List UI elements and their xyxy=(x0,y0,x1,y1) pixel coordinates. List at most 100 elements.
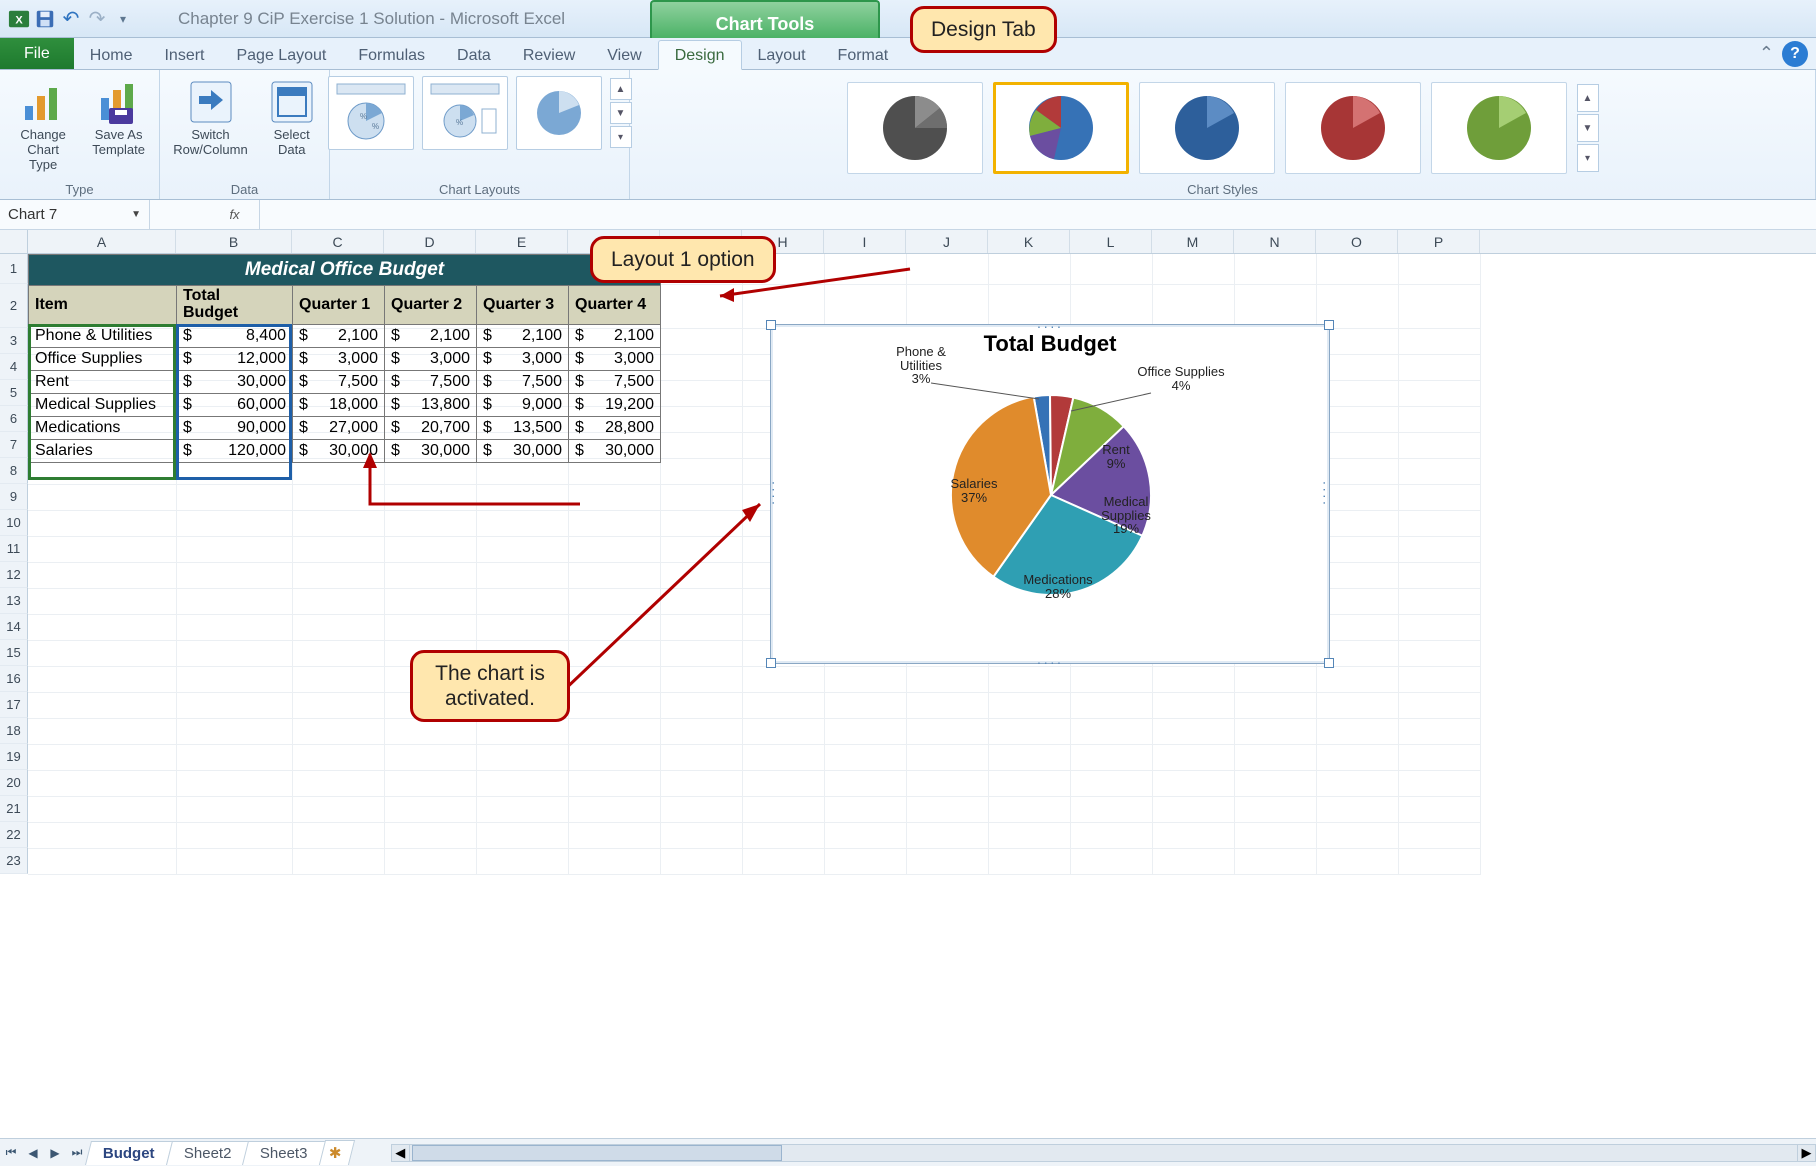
col-head-E[interactable]: E xyxy=(476,230,568,253)
chart-handle-se[interactable] xyxy=(1324,658,1334,668)
name-box-dropdown-icon[interactable]: ▼ xyxy=(131,209,141,220)
col-head-D[interactable]: D xyxy=(384,230,476,253)
cell-q4[interactable]: $28,800 xyxy=(569,416,661,439)
file-tab[interactable]: File xyxy=(0,38,74,69)
row-head-5[interactable]: 5 xyxy=(0,380,28,406)
row-head-18[interactable]: 18 xyxy=(0,718,28,744)
cell-total[interactable]: $120,000 xyxy=(177,439,293,462)
fx-icon[interactable]: fx xyxy=(210,200,260,229)
cell-q4[interactable]: $2,100 xyxy=(569,324,661,347)
hscroll-right-icon[interactable]: ▶ xyxy=(1797,1145,1815,1161)
view-tab[interactable]: View xyxy=(591,41,657,69)
cell-q1[interactable]: $2,100 xyxy=(293,324,385,347)
col-head-K[interactable]: K xyxy=(988,230,1070,253)
cell-q3[interactable]: $7,500 xyxy=(477,370,569,393)
row-head-2[interactable]: 2 xyxy=(0,284,28,328)
chart-layouts-more[interactable]: ▲▼▾ xyxy=(610,78,632,148)
col-head-O[interactable]: O xyxy=(1316,230,1398,253)
col-head-M[interactable]: M xyxy=(1152,230,1234,253)
chart-style-5[interactable] xyxy=(1431,82,1567,174)
cell-q4[interactable]: $30,000 xyxy=(569,439,661,462)
row-head-9[interactable]: 9 xyxy=(0,484,28,510)
cell-q4[interactable]: $7,500 xyxy=(569,370,661,393)
select-data-button[interactable]: Select Data xyxy=(264,76,320,160)
cell-q1[interactable]: $30,000 xyxy=(293,439,385,462)
cell-q2[interactable]: $20,700 xyxy=(385,416,477,439)
select-all-corner[interactable] xyxy=(0,230,28,253)
row-head-21[interactable]: 21 xyxy=(0,796,28,822)
cell-q4[interactable]: $19,200 xyxy=(569,393,661,416)
row-head-4[interactable]: 4 xyxy=(0,354,28,380)
row-head-12[interactable]: 12 xyxy=(0,562,28,588)
home-tab[interactable]: Home xyxy=(74,41,149,69)
cell-q1[interactable]: $7,500 xyxy=(293,370,385,393)
cell-q3[interactable]: $30,000 xyxy=(477,439,569,462)
row-head-1[interactable]: 1 xyxy=(0,254,28,284)
col-head-L[interactable]: L xyxy=(1070,230,1152,253)
cell-item[interactable]: Office Supplies xyxy=(29,347,177,370)
undo-icon[interactable]: ↶ xyxy=(60,8,82,30)
formula-input[interactable] xyxy=(260,200,1816,229)
sheet-nav-prev[interactable]: ◀ xyxy=(23,1143,43,1163)
hscroll-left-icon[interactable]: ◀ xyxy=(392,1145,410,1161)
save-as-template-button[interactable]: Save As Template xyxy=(88,76,149,160)
row-head-7[interactable]: 7 xyxy=(0,432,28,458)
cell-item[interactable]: Salaries xyxy=(29,439,177,462)
chart-style-2[interactable] xyxy=(993,82,1129,174)
chart-style-3[interactable] xyxy=(1139,82,1275,174)
sheet-nav-last[interactable]: ⏭ xyxy=(67,1143,87,1163)
row-head-11[interactable]: 11 xyxy=(0,536,28,562)
switch-row-column-button[interactable]: Switch Row/Column xyxy=(169,76,251,160)
chart-handle-s[interactable]: ···· xyxy=(1037,654,1064,670)
cell-total[interactable]: $30,000 xyxy=(177,370,293,393)
row-head-20[interactable]: 20 xyxy=(0,770,28,796)
cell-q3[interactable]: $2,100 xyxy=(477,324,569,347)
new-sheet-button[interactable]: ✱ xyxy=(319,1140,355,1165)
qat-dropdown-icon[interactable]: ▾ xyxy=(112,8,134,30)
cell-total[interactable]: $8,400 xyxy=(177,324,293,347)
chart-handle-e[interactable]: ···· xyxy=(1318,481,1334,508)
cell-q4[interactable]: $3,000 xyxy=(569,347,661,370)
horizontal-scrollbar[interactable]: ◀ ▶ xyxy=(391,1144,1816,1162)
col-head-C[interactable]: C xyxy=(292,230,384,253)
cell-total[interactable]: $60,000 xyxy=(177,393,293,416)
change-chart-type-button[interactable]: Change Chart Type xyxy=(10,76,76,175)
cell-q3[interactable]: $3,000 xyxy=(477,347,569,370)
chart-style-4[interactable] xyxy=(1285,82,1421,174)
sheet-tab-sheet2[interactable]: Sheet2 xyxy=(166,1141,250,1165)
chart-handle-sw[interactable] xyxy=(766,658,776,668)
row-head-3[interactable]: 3 xyxy=(0,328,28,354)
review-tab[interactable]: Review xyxy=(507,41,591,69)
embedded-chart[interactable]: ···· ···· ···· ···· Total Budget Phone &… xyxy=(770,324,1330,664)
data-tab[interactable]: Data xyxy=(441,41,507,69)
hscroll-thumb[interactable] xyxy=(412,1145,782,1161)
worksheet-grid[interactable]: 1234567891011121314151617181920212223 Me… xyxy=(0,254,1816,1162)
layout-tab[interactable]: Layout xyxy=(742,41,822,69)
col-head-A[interactable]: A xyxy=(28,230,176,253)
row-head-6[interactable]: 6 xyxy=(0,406,28,432)
row-head-19[interactable]: 19 xyxy=(0,744,28,770)
row-head-8[interactable]: 8 xyxy=(0,458,28,484)
sheet-tab-sheet3[interactable]: Sheet3 xyxy=(242,1141,326,1165)
cell-item[interactable]: Rent xyxy=(29,370,177,393)
sheet-nav-next[interactable]: ▶ xyxy=(45,1143,65,1163)
chart-styles-more[interactable]: ▲▼▾ xyxy=(1577,84,1599,172)
cell-q2[interactable]: $13,800 xyxy=(385,393,477,416)
col-head-I[interactable]: I xyxy=(824,230,906,253)
row-head-16[interactable]: 16 xyxy=(0,666,28,692)
col-head-N[interactable]: N xyxy=(1234,230,1316,253)
sheet-tab-budget[interactable]: Budget xyxy=(85,1141,173,1165)
cell-q3[interactable]: $13,500 xyxy=(477,416,569,439)
cell-q2[interactable]: $2,100 xyxy=(385,324,477,347)
row-head-10[interactable]: 10 xyxy=(0,510,28,536)
formulas-tab[interactable]: Formulas xyxy=(342,41,441,69)
insert-tab[interactable]: Insert xyxy=(148,41,220,69)
cell-item[interactable]: Medications xyxy=(29,416,177,439)
redo-icon[interactable]: ↷ xyxy=(86,8,108,30)
chart-handle-w[interactable]: ···· xyxy=(766,481,782,508)
col-head-P[interactable]: P xyxy=(1398,230,1480,253)
cell-item[interactable]: Phone & Utilities xyxy=(29,324,177,347)
format-tab[interactable]: Format xyxy=(822,41,905,69)
cell-q3[interactable]: $9,000 xyxy=(477,393,569,416)
chart-layout-2[interactable]: % xyxy=(422,76,508,150)
